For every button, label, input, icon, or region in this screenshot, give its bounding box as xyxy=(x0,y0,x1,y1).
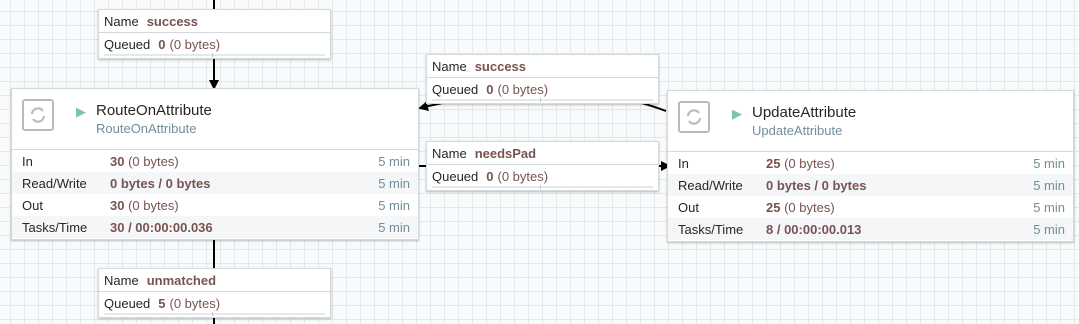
queued-label: Queued xyxy=(432,81,479,97)
processor-routeonattribute[interactable]: ▶ RouteOnAttribute RouteOnAttribute In 3… xyxy=(11,88,419,240)
connection-name: unmatched xyxy=(146,272,217,288)
queued-label: Queued xyxy=(432,168,479,184)
connection-label-success-right[interactable]: Name success Queued 0 (0 bytes) xyxy=(426,54,659,104)
queued-size: (0 bytes) xyxy=(497,81,549,97)
stat-label: Out xyxy=(22,197,43,213)
queued-label: Queued xyxy=(104,295,151,311)
stat-time: 5 min xyxy=(378,197,410,213)
processor-header: ▶ RouteOnAttribute RouteOnAttribute xyxy=(12,89,418,150)
stat-label: In xyxy=(678,155,689,171)
connection-name: success xyxy=(474,58,527,74)
processor-name: UpdateAttribute xyxy=(752,104,857,121)
name-label: Name xyxy=(104,272,139,288)
processor-stats: In 25 (0 bytes) 5 min Read/Write 0 bytes… xyxy=(668,152,1073,240)
stat-time: 5 min xyxy=(1033,177,1065,193)
stat-row-readwrite: Read/Write 0 bytes / 0 bytes 5 min xyxy=(668,174,1073,196)
stat-label: Read/Write xyxy=(678,177,743,193)
name-label: Name xyxy=(432,145,467,161)
connection-queued-row: Queued 0 (0 bytes) xyxy=(427,164,658,187)
connection-name-row: Name unmatched xyxy=(99,269,330,291)
processor-icon xyxy=(22,99,54,131)
stat-time: 5 min xyxy=(1033,155,1065,171)
processor-stats: In 30 (0 bytes) 5 min Read/Write 0 bytes… xyxy=(12,150,418,238)
stat-label: Tasks/Time xyxy=(22,219,88,235)
connection-name-row: Name needsPad xyxy=(427,142,658,164)
stat-time: 5 min xyxy=(378,219,410,235)
queued-size: (0 bytes) xyxy=(169,295,221,311)
stat-row-out: Out 25 (0 bytes) 5 min xyxy=(668,196,1073,218)
stat-label: Tasks/Time xyxy=(678,221,744,237)
queue-backpressure-bar xyxy=(104,53,325,57)
queued-count: 5 xyxy=(158,295,166,311)
stat-label: In xyxy=(22,153,33,169)
stat-label: Out xyxy=(678,199,699,215)
running-icon: ▶ xyxy=(76,104,86,119)
stat-row-out: Out 30 (0 bytes) 5 min xyxy=(12,194,418,216)
stat-time: 5 min xyxy=(378,153,410,169)
stat-value: 25 (0 bytes) xyxy=(766,199,835,215)
processor-icon xyxy=(678,101,710,133)
queued-count: 0 xyxy=(486,168,494,184)
stat-time: 5 min xyxy=(1033,221,1065,237)
queued-label: Queued xyxy=(104,36,151,52)
stat-row-in: In 25 (0 bytes) 5 min xyxy=(668,152,1073,174)
queue-backpressure-bar xyxy=(432,185,653,189)
connection-label-unmatched[interactable]: Name unmatched Queued 5 (0 bytes) xyxy=(98,268,331,318)
connection-queued-row: Queued 0 (0 bytes) xyxy=(427,77,658,100)
connection-name-row: Name success xyxy=(427,55,658,77)
queued-size: (0 bytes) xyxy=(497,168,549,184)
connection-name: needsPad xyxy=(474,145,537,161)
stat-value: 30 (0 bytes) xyxy=(110,153,179,169)
connection-queued-row: Queued 5 (0 bytes) xyxy=(99,291,330,314)
processor-type: RouteOnAttribute xyxy=(96,121,197,136)
stat-row-readwrite: Read/Write 0 bytes / 0 bytes 5 min xyxy=(12,172,418,194)
stat-value: 0 bytes / 0 bytes xyxy=(766,177,867,193)
queued-size: (0 bytes) xyxy=(169,36,221,52)
stat-row-tasks: Tasks/Time 30 / 00:00:00.036 5 min xyxy=(12,216,418,238)
running-icon: ▶ xyxy=(732,106,742,121)
name-label: Name xyxy=(432,58,467,74)
queue-backpressure-bar xyxy=(104,312,325,316)
queued-count: 0 xyxy=(158,36,166,52)
stat-row-in: In 30 (0 bytes) 5 min xyxy=(12,150,418,172)
connection-queued-row: Queued 0 (0 bytes) xyxy=(99,32,330,55)
stat-time: 5 min xyxy=(378,175,410,191)
stat-value: 0 bytes / 0 bytes xyxy=(110,175,211,191)
connection-label-needspad[interactable]: Name needsPad Queued 0 (0 bytes) xyxy=(426,141,659,191)
stat-value: 8 / 00:00:00.013 xyxy=(766,221,862,237)
stat-row-tasks: Tasks/Time 8 / 00:00:00.013 5 min xyxy=(668,218,1073,240)
connection-label-success-top[interactable]: Name success Queued 0 (0 bytes) xyxy=(98,9,331,59)
processor-updateattribute[interactable]: ▶ UpdateAttribute UpdateAttribute In 25 … xyxy=(667,90,1074,242)
queue-backpressure-bar xyxy=(432,98,653,102)
processor-header: ▶ UpdateAttribute UpdateAttribute xyxy=(668,91,1073,152)
stat-time: 5 min xyxy=(1033,199,1065,215)
name-label: Name xyxy=(104,13,139,29)
stat-value: 30 (0 bytes) xyxy=(110,197,179,213)
queued-count: 0 xyxy=(486,81,494,97)
processor-type: UpdateAttribute xyxy=(752,123,843,138)
stat-value: 30 / 00:00:00.036 xyxy=(110,219,213,235)
stat-label: Read/Write xyxy=(22,175,87,191)
connection-name-row: Name success xyxy=(99,10,330,32)
stat-value: 25 (0 bytes) xyxy=(766,155,835,171)
processor-name: RouteOnAttribute xyxy=(96,102,212,119)
connection-name: success xyxy=(146,13,199,29)
